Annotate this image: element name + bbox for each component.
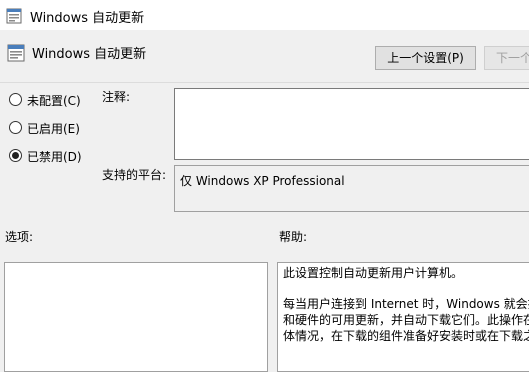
help-text-line: 此设置控制自动更新用户计算机。 xyxy=(283,266,464,280)
radio-label: 已禁用(D) xyxy=(27,150,82,164)
window-title: Windows 自动更新 xyxy=(30,11,145,26)
policy-setting-icon xyxy=(7,44,25,62)
radio-circle-selected[interactable] xyxy=(9,149,22,162)
supported-platform-value: 仅 Windows XP Professional xyxy=(180,174,345,188)
comment-label: 注释: xyxy=(102,90,131,104)
help-text-line: 和硬件的可用更新，并自动下载它们。此操作在 xyxy=(283,313,529,327)
group-policy-setting-icon xyxy=(6,8,22,24)
supported-platform-label: 支持的平台: xyxy=(102,168,167,182)
help-panel[interactable]: 此设置控制自动更新用户计算机。 每当用户连接到 Internet 时，Windo… xyxy=(277,262,529,372)
help-text-line: 每当用户连接到 Internet 时，Windows 就会搜 xyxy=(283,297,529,311)
supported-platform-field[interactable]: 仅 Windows XP Professional xyxy=(174,165,529,212)
radio-label: 已启用(E) xyxy=(27,122,80,136)
radio-circle[interactable] xyxy=(9,121,22,134)
help-label: 帮助: xyxy=(279,230,308,244)
policy-title: Windows 自动更新 xyxy=(32,47,147,62)
help-text-line: 体情况，在下载的组件准备好安装时或在下载之 xyxy=(283,329,529,343)
options-label: 选项: xyxy=(5,230,34,244)
radio-circle[interactable] xyxy=(9,93,22,106)
options-panel[interactable] xyxy=(4,262,268,372)
header-divider xyxy=(0,82,529,83)
window-titlebar: Windows 自动更新 xyxy=(0,0,529,30)
next-setting-button[interactable]: 下一个 xyxy=(484,46,529,70)
radio-selected-dot xyxy=(12,152,19,159)
comment-textarea[interactable] xyxy=(174,88,529,160)
radio-label: 未配置(C) xyxy=(27,94,81,108)
previous-setting-button[interactable]: 上一个设置(P) xyxy=(375,46,476,70)
